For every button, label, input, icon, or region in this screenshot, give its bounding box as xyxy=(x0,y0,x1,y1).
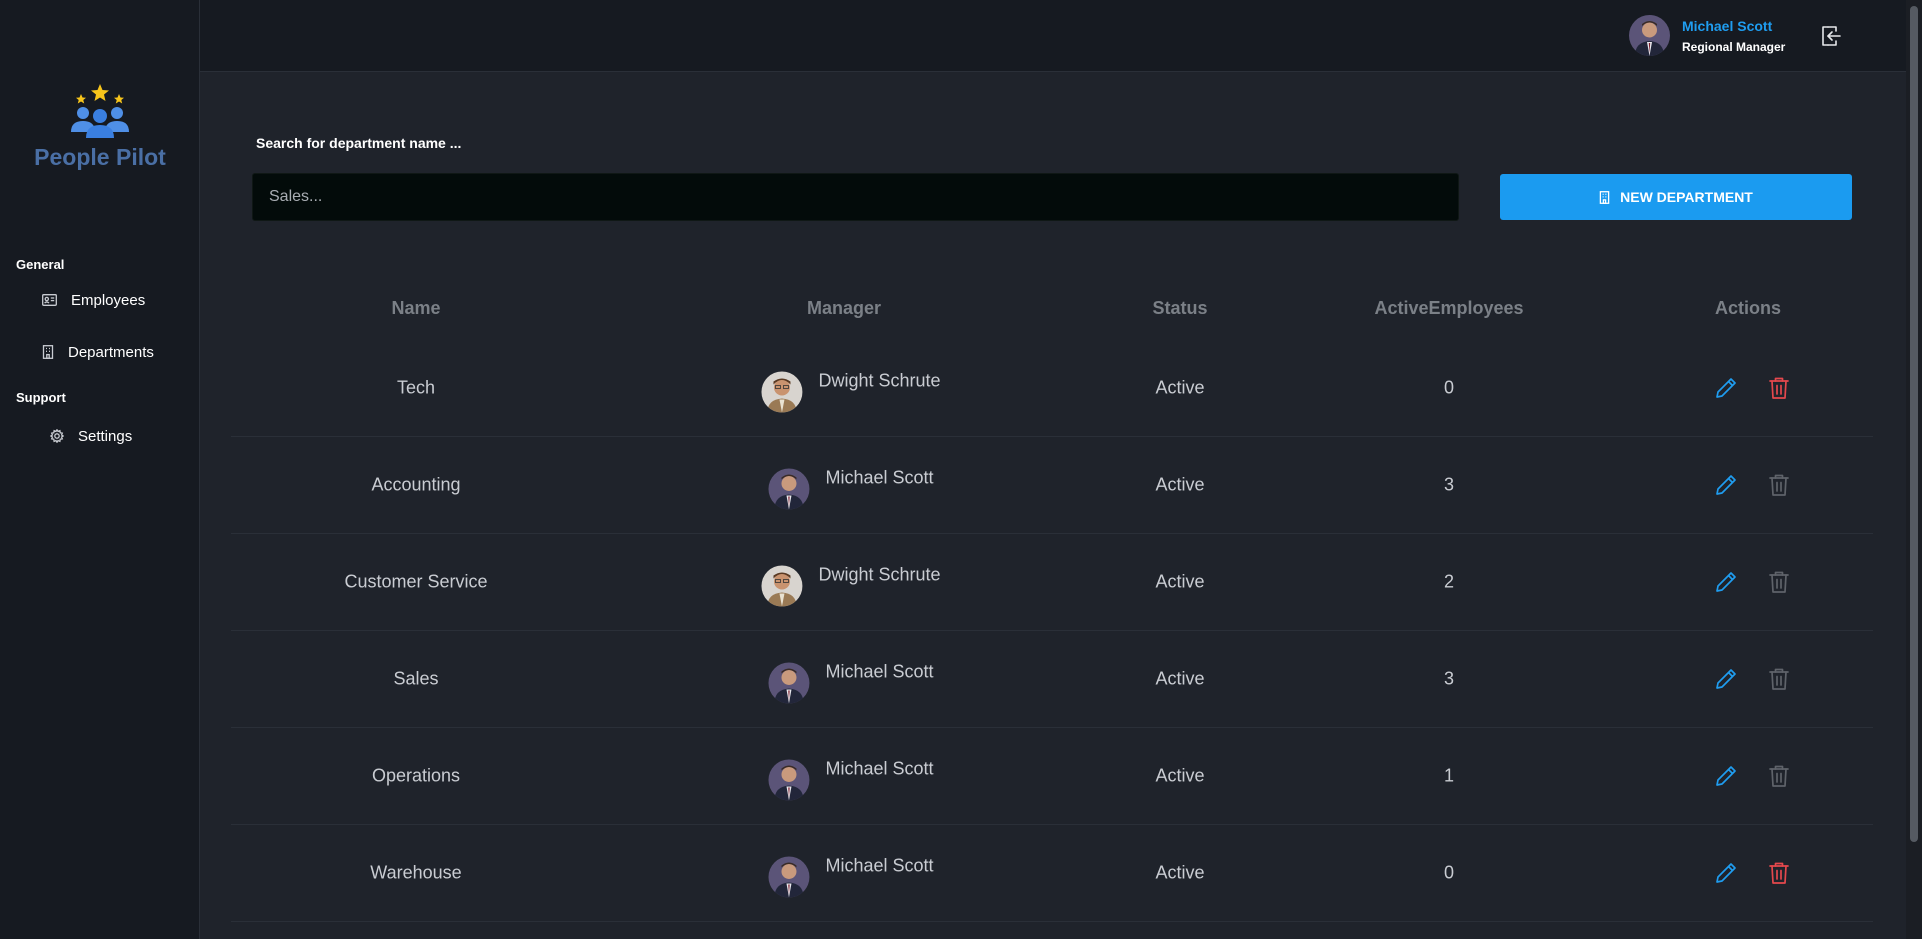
manager-cell: Dwight Schrute xyxy=(761,364,941,413)
edit-icon[interactable] xyxy=(1714,861,1738,885)
manager-name: Michael Scott xyxy=(825,758,934,779)
top-bar: Michael Scott Regional Manager xyxy=(200,0,1906,72)
search-label: Search for department name ... xyxy=(256,135,462,151)
table-body: Tech Dwight Schrute Active 0 Accounting … xyxy=(231,340,1873,922)
active-employees-count: 0 xyxy=(1443,377,1455,398)
manager-cell: Dwight Schrute xyxy=(761,558,941,607)
sidebar-item-label: Settings xyxy=(78,427,133,445)
manager-name: Michael Scott xyxy=(825,467,934,488)
active-employees-count: 3 xyxy=(1443,668,1455,689)
column-header-active-employees[interactable]: ActiveEmployees xyxy=(1374,298,1523,319)
scrollbar[interactable] xyxy=(1906,0,1922,939)
new-department-button[interactable]: NEW DEPARTMENT xyxy=(1500,174,1852,220)
delete-icon[interactable] xyxy=(1768,764,1790,788)
brand-name: People Pilot xyxy=(34,144,166,170)
column-header-manager[interactable]: Manager xyxy=(807,298,881,319)
sidebar-item-employees[interactable]: Employees xyxy=(42,287,145,313)
building-icon xyxy=(42,345,54,359)
edit-icon[interactable] xyxy=(1714,570,1738,594)
departments-table: Name Manager Status ActiveEmployees Acti… xyxy=(231,290,1873,922)
avatar xyxy=(768,856,810,898)
table-header: Name Manager Status ActiveEmployees Acti… xyxy=(231,290,1873,340)
delete-icon[interactable] xyxy=(1768,667,1790,691)
active-employees-count: 2 xyxy=(1443,571,1455,592)
delete-icon[interactable] xyxy=(1768,570,1790,594)
department-name: Customer Service xyxy=(344,571,488,592)
department-name: Accounting xyxy=(371,474,461,495)
brand-logo[interactable]: People Pilot xyxy=(0,82,200,171)
edit-icon[interactable] xyxy=(1714,667,1738,691)
manager-name: Michael Scott xyxy=(825,661,934,682)
sidebar-item-departments[interactable]: Departments xyxy=(42,339,154,365)
column-header-status[interactable]: Status xyxy=(1152,298,1207,319)
user-role: Regional Manager xyxy=(1682,39,1786,54)
logout-icon[interactable] xyxy=(1820,24,1842,53)
row-actions xyxy=(1714,667,1790,691)
department-name: Sales xyxy=(393,668,439,689)
sidebar-item-label: Employees xyxy=(71,291,146,309)
edit-icon[interactable] xyxy=(1714,473,1738,497)
people-pilot-logo-icon xyxy=(71,84,129,138)
row-actions xyxy=(1714,764,1790,788)
status-text: Active xyxy=(1155,571,1205,592)
active-employees-count: 3 xyxy=(1443,474,1455,495)
nav-heading-general: General xyxy=(16,257,65,272)
edit-icon[interactable] xyxy=(1714,376,1738,400)
column-header-name[interactable]: Name xyxy=(391,298,440,319)
table-row: Customer Service Dwight Schrute Active 2 xyxy=(231,534,1873,631)
row-actions xyxy=(1714,570,1790,594)
id-card-icon xyxy=(42,294,57,306)
manager-cell: Michael Scott xyxy=(768,752,934,801)
manager-name: Dwight Schrute xyxy=(818,370,941,391)
table-row: Warehouse Michael Scott Active 0 xyxy=(231,825,1873,922)
manager-cell: Michael Scott xyxy=(768,655,934,704)
department-name: Operations xyxy=(371,765,461,786)
building-icon xyxy=(1599,190,1610,204)
row-actions xyxy=(1714,376,1790,400)
avatar xyxy=(1629,15,1670,56)
row-actions xyxy=(1714,861,1790,885)
sidebar: People Pilot General Employees Departmen… xyxy=(0,0,200,939)
edit-icon[interactable] xyxy=(1714,764,1738,788)
avatar xyxy=(761,565,803,607)
manager-cell: Michael Scott xyxy=(768,461,934,510)
sidebar-item-label: Departments xyxy=(68,343,154,361)
active-employees-count: 0 xyxy=(1443,862,1455,883)
delete-icon[interactable] xyxy=(1768,473,1790,497)
department-name: Tech xyxy=(396,377,436,398)
search-input[interactable] xyxy=(252,173,1459,221)
status-text: Active xyxy=(1155,765,1205,786)
avatar xyxy=(768,662,810,704)
status-text: Active xyxy=(1155,474,1205,495)
user-name: Michael Scott xyxy=(1682,17,1773,34)
status-text: Active xyxy=(1155,377,1205,398)
status-text: Active xyxy=(1155,862,1205,883)
status-text: Active xyxy=(1155,668,1205,689)
manager-name: Dwight Schrute xyxy=(818,564,941,585)
nav-heading-support: Support xyxy=(16,390,66,405)
sidebar-item-settings[interactable]: Settings xyxy=(50,423,132,449)
column-header-actions: Actions xyxy=(1714,298,1782,318)
active-employees-count: 1 xyxy=(1443,765,1455,786)
table-row: Operations Michael Scott Active 1 xyxy=(231,728,1873,825)
table-row: Accounting Michael Scott Active 3 xyxy=(231,437,1873,534)
row-actions xyxy=(1714,473,1790,497)
avatar xyxy=(761,371,803,413)
avatar xyxy=(768,468,810,510)
delete-icon[interactable] xyxy=(1768,861,1790,885)
gear-icon xyxy=(50,429,64,443)
delete-icon[interactable] xyxy=(1768,376,1790,400)
table-row: Tech Dwight Schrute Active 0 xyxy=(231,340,1873,437)
avatar xyxy=(768,759,810,801)
user-profile[interactable]: Michael Scott Regional Manager xyxy=(1629,15,1785,56)
manager-cell: Michael Scott xyxy=(768,849,934,898)
department-name: Warehouse xyxy=(370,862,462,883)
scrollbar-thumb[interactable] xyxy=(1910,6,1918,842)
table-row: Sales Michael Scott Active 3 xyxy=(231,631,1873,728)
manager-name: Michael Scott xyxy=(825,855,934,876)
new-department-label: NEW DEPARTMENT xyxy=(1620,189,1753,205)
